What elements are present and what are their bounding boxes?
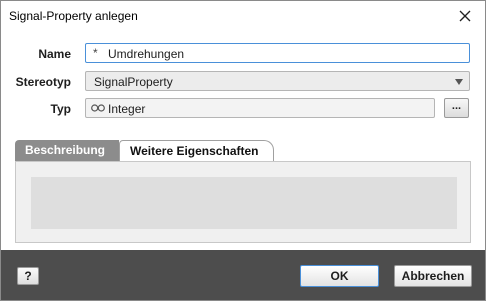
close-icon [459, 10, 471, 22]
tab-content-area [31, 177, 457, 229]
typ-value: Integer [108, 102, 146, 116]
typ-field[interactable]: Integer [85, 98, 435, 118]
stereotyp-value: SignalProperty [94, 75, 173, 89]
name-field[interactable]: * Umdrehungen [85, 43, 470, 63]
tab-weitere-eigenschaften[interactable]: Weitere Eigenschaften [119, 140, 274, 161]
cancel-button[interactable]: Abbrechen [394, 265, 472, 287]
tab-bar: Beschreibung Weitere Eigenschaften [15, 140, 471, 162]
help-button[interactable]: ? [17, 267, 39, 285]
name-row: Name * Umdrehungen [1, 43, 485, 65]
link-icon [91, 104, 105, 112]
chevron-down-icon [455, 79, 463, 85]
typ-label: Typ [50, 102, 71, 116]
title-bar: Signal-Property anlegen [1, 1, 485, 31]
window-title: Signal-Property anlegen [9, 9, 138, 23]
required-marker: * [93, 46, 98, 60]
name-value: Umdrehungen [108, 47, 185, 61]
button-bar: ? OK Abbrechen [1, 250, 485, 300]
name-label: Name [38, 47, 71, 61]
stereotyp-select[interactable]: SignalProperty [85, 71, 470, 91]
stereotyp-label: Stereotyp [15, 75, 71, 89]
dialog-window: Signal-Property anlegen Name * Umdrehung… [0, 0, 486, 301]
tab-panel [15, 161, 471, 243]
ok-button[interactable]: OK [300, 265, 379, 287]
tab-beschreibung[interactable]: Beschreibung [15, 140, 119, 161]
typ-row: Typ Integer ... [1, 98, 485, 120]
browse-button[interactable]: ... [444, 98, 469, 118]
stereotyp-row: Stereotyp SignalProperty [1, 71, 485, 93]
close-button[interactable] [457, 8, 473, 24]
